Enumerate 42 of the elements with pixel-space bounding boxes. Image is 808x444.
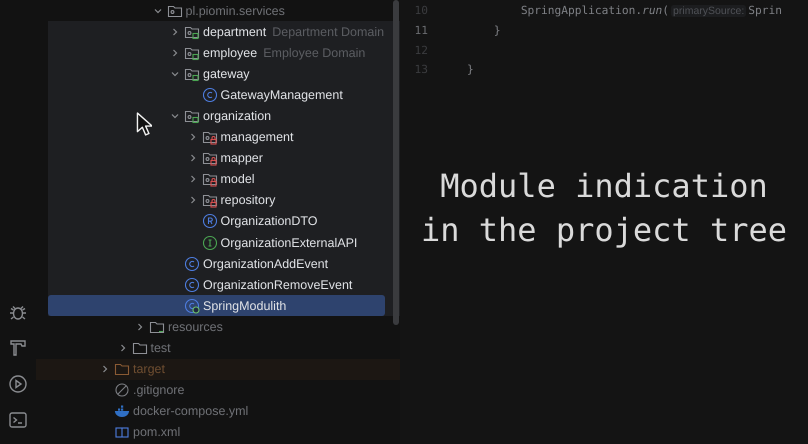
terminal-icon[interactable] xyxy=(8,410,28,430)
chevron-right-icon[interactable] xyxy=(100,364,110,374)
interface-icon xyxy=(202,234,218,251)
module-description: Department Domain xyxy=(272,24,384,39)
scrollbar-thumb[interactable] xyxy=(393,0,399,325)
tree-item[interactable]: docker-compose.yml xyxy=(48,400,385,422)
spring-class-icon xyxy=(184,298,200,314)
chevron-right-icon[interactable] xyxy=(170,48,180,58)
caption-text: Module indication xyxy=(440,166,768,206)
module-description: Employee Domain xyxy=(263,46,366,60)
code-text: } xyxy=(492,24,501,38)
class-icon xyxy=(202,86,218,103)
locked-folder-icon xyxy=(202,171,218,188)
module-folder-icon xyxy=(184,108,200,124)
caption-text: in the project tree xyxy=(420,210,788,250)
record-icon xyxy=(202,213,218,230)
method-name: run xyxy=(642,4,662,18)
code-text: ( xyxy=(662,4,670,18)
locked-folder-icon xyxy=(202,150,218,166)
locked-folder-icon xyxy=(202,129,218,146)
tree-item[interactable]: SpringModulith xyxy=(48,295,385,316)
mouse-pointer-icon xyxy=(136,112,152,136)
code-text: Sprin xyxy=(748,4,782,18)
hammer-icon[interactable] xyxy=(8,338,28,358)
class-icon xyxy=(184,276,200,293)
run-icon[interactable] xyxy=(8,374,28,394)
code-text: SpringApplication. xyxy=(520,4,642,18)
chevron-right-icon[interactable] xyxy=(135,322,145,332)
code-text: } xyxy=(466,63,474,76)
locked-folder-icon xyxy=(202,192,218,208)
tree-item[interactable]: pom.xml xyxy=(48,422,385,443)
folder-icon xyxy=(132,340,148,356)
line-number: 11 xyxy=(414,24,428,38)
class-icon xyxy=(184,256,200,272)
ignore-file-icon xyxy=(114,382,130,398)
chevron-right-icon[interactable] xyxy=(170,26,180,37)
whale-icon xyxy=(114,403,130,420)
folder-icon xyxy=(114,361,130,378)
tree-item[interactable]: test xyxy=(48,338,385,359)
tree-item[interactable]: pl.piomin.services xyxy=(48,0,385,22)
tree-item[interactable]: resources xyxy=(48,316,385,338)
tree-item[interactable]: .gitignore xyxy=(48,380,385,401)
